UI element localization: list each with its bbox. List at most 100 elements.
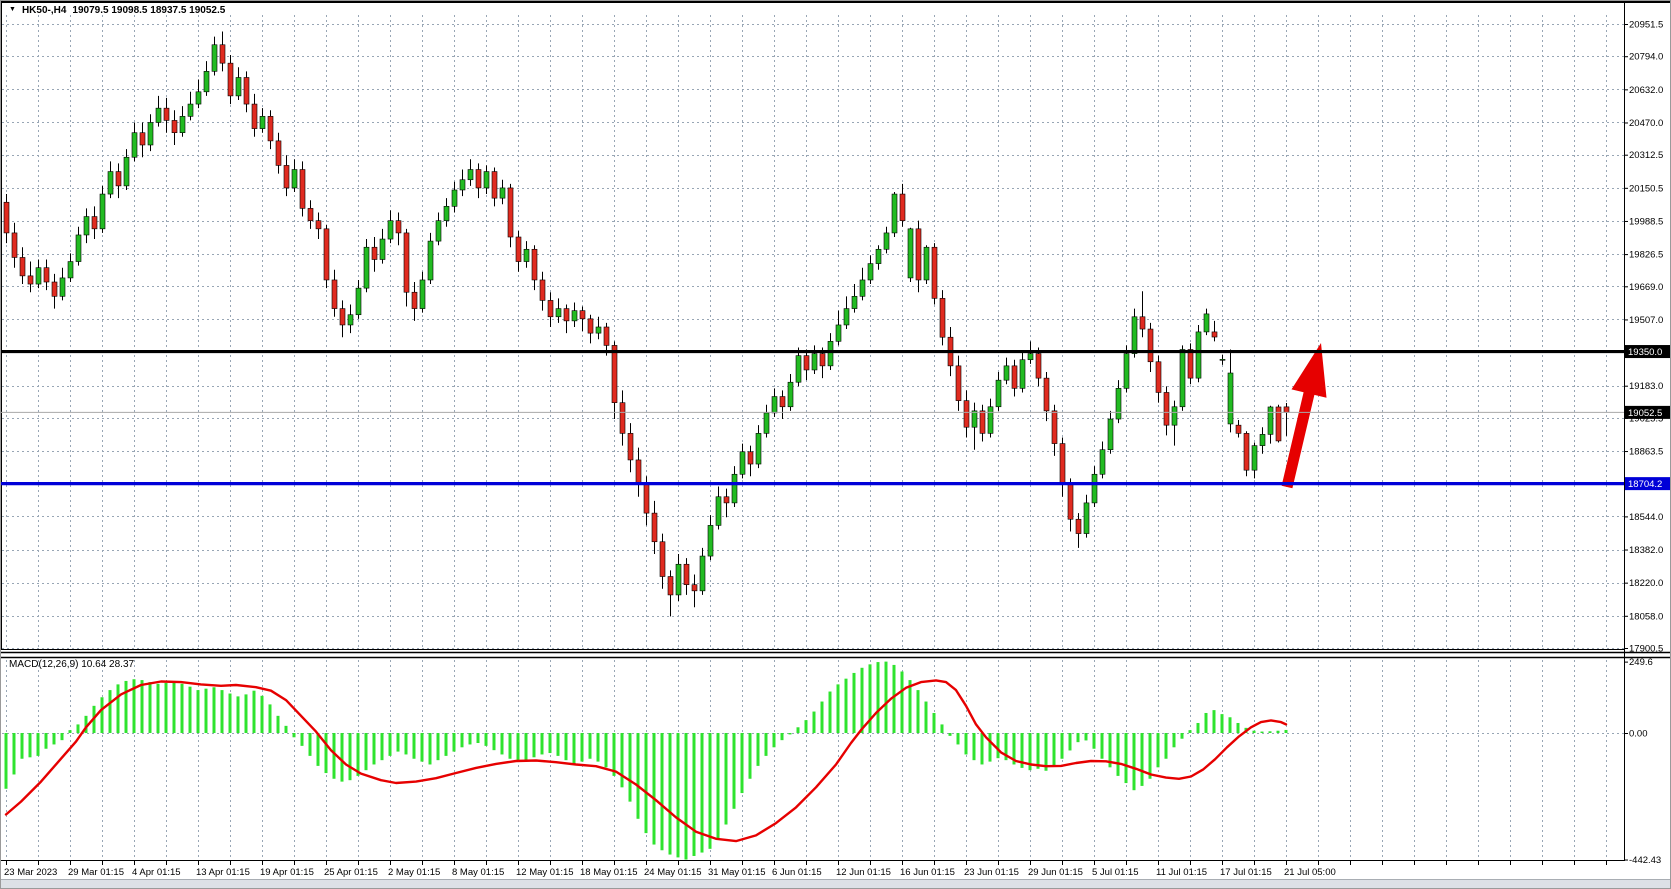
candle-down (668, 577, 673, 595)
svg-text:18544.0: 18544.0 (1629, 512, 1663, 523)
candle-up (796, 356, 801, 383)
candle-down (1164, 392, 1169, 425)
candle-up (988, 407, 993, 434)
price-chart-canvas[interactable]: 20951.520794.020632.020470.020312.520150… (1, 1, 1671, 889)
candle-up (68, 262, 73, 278)
candle-down (1036, 354, 1041, 379)
candle-up (852, 296, 857, 308)
up-arrow-annotation[interactable] (1282, 343, 1327, 488)
candle-down (28, 276, 33, 284)
chart-title-symbol: HK50-,H4 (22, 5, 66, 16)
candle-up (1172, 407, 1177, 425)
candle-down (1068, 484, 1073, 519)
candle-up (828, 341, 833, 366)
candle-up (460, 180, 465, 190)
candle-up (572, 311, 577, 321)
candle-up (1100, 450, 1105, 475)
candle-up (596, 327, 601, 333)
candle-down (548, 300, 553, 316)
time-axis-label: 12 May 01:15 (516, 867, 574, 878)
candle-up (1228, 373, 1233, 424)
time-axis-label: 16 Jun 01:15 (900, 867, 955, 878)
time-axis-label: 17 Jul 01:15 (1220, 867, 1272, 878)
candle-up (1020, 360, 1025, 389)
candle-down (1148, 329, 1153, 362)
candle-up (924, 247, 929, 280)
candle-down (652, 513, 657, 542)
candle-down (324, 229, 329, 280)
candle-down (564, 309, 569, 321)
candle-down (164, 108, 169, 120)
candle-up (420, 280, 425, 309)
time-axis-label: 21 Jul 05:00 (1284, 867, 1336, 878)
candle-down (532, 249, 537, 280)
candle-up (556, 309, 561, 317)
svg-text:20951.5: 20951.5 (1629, 20, 1663, 31)
time-axis-label: 23 Jun 01:15 (964, 867, 1019, 878)
time-axis-label: 4 Apr 01:15 (132, 867, 181, 878)
candle-down (964, 401, 969, 428)
svg-text:0.00: 0.00 (1629, 729, 1648, 740)
candle-down (1284, 407, 1289, 413)
svg-text:19988.5: 19988.5 (1629, 216, 1663, 227)
candle-down (44, 268, 49, 282)
chart-dropdown-icon[interactable]: ▼ (9, 6, 16, 13)
candle-down (1076, 519, 1081, 533)
svg-text:-442.43: -442.43 (1629, 855, 1661, 866)
candle-up (388, 221, 393, 239)
time-axis-label: 13 Apr 01:15 (196, 867, 250, 878)
candle-down (900, 194, 905, 221)
svg-text:249.6: 249.6 (1629, 657, 1653, 668)
candle-up (500, 188, 505, 198)
candle-up (908, 229, 913, 278)
candle-up (700, 556, 705, 591)
candle-up (444, 206, 449, 220)
candle-up (1124, 354, 1129, 389)
candle-up (972, 411, 977, 427)
candle-down (748, 452, 753, 464)
candle-down (620, 403, 625, 434)
window-bottom-edge (1, 879, 1671, 889)
candle-down (228, 63, 233, 96)
candle-up (356, 288, 361, 315)
candle-down (508, 188, 513, 237)
candle-up (84, 217, 89, 235)
candle-up (100, 194, 105, 229)
candle-up (60, 278, 65, 296)
candle-down (4, 202, 9, 233)
svg-text:20312.5: 20312.5 (1629, 150, 1663, 161)
time-axis-label: 12 Jun 01:15 (836, 867, 891, 878)
svg-text:19826.5: 19826.5 (1629, 250, 1663, 261)
candle-up (236, 77, 241, 95)
candles-layer (4, 31, 1289, 616)
candle-down (52, 282, 57, 296)
time-axis-label: 11 Jul 01:15 (1156, 867, 1207, 878)
candle-down (1012, 366, 1017, 388)
candle-up (860, 280, 865, 296)
candle-up (1004, 366, 1009, 380)
chart-title-ohlc: 19079.5 19098.5 18937.5 19052.5 (72, 5, 225, 16)
candle-down (588, 319, 593, 333)
candle-down (916, 229, 921, 280)
candle-up (740, 452, 745, 474)
candle-up (1268, 407, 1273, 434)
time-axis-label: 18 May 01:15 (580, 867, 638, 878)
candle-down (284, 165, 289, 187)
candle-up (812, 354, 817, 370)
candle-down (140, 133, 145, 145)
svg-text:20150.5: 20150.5 (1629, 183, 1663, 194)
candle-up (1132, 317, 1137, 354)
candle-up (260, 116, 265, 128)
time-axis-label: 2 May 01:15 (388, 867, 440, 878)
svg-text:18704.2: 18704.2 (1628, 479, 1662, 490)
candle-down (956, 366, 961, 401)
time-axis-label: 29 Jun 01:15 (1028, 867, 1083, 878)
candle-down (1140, 317, 1145, 329)
candle-up (204, 71, 209, 91)
candle-down (492, 172, 497, 199)
candle-up (468, 170, 473, 180)
candle-up (1108, 419, 1113, 450)
candle-up (196, 92, 201, 104)
candle-down (20, 257, 25, 275)
axes-layer: 20951.520794.020632.020470.020312.520150… (1, 2, 1671, 878)
